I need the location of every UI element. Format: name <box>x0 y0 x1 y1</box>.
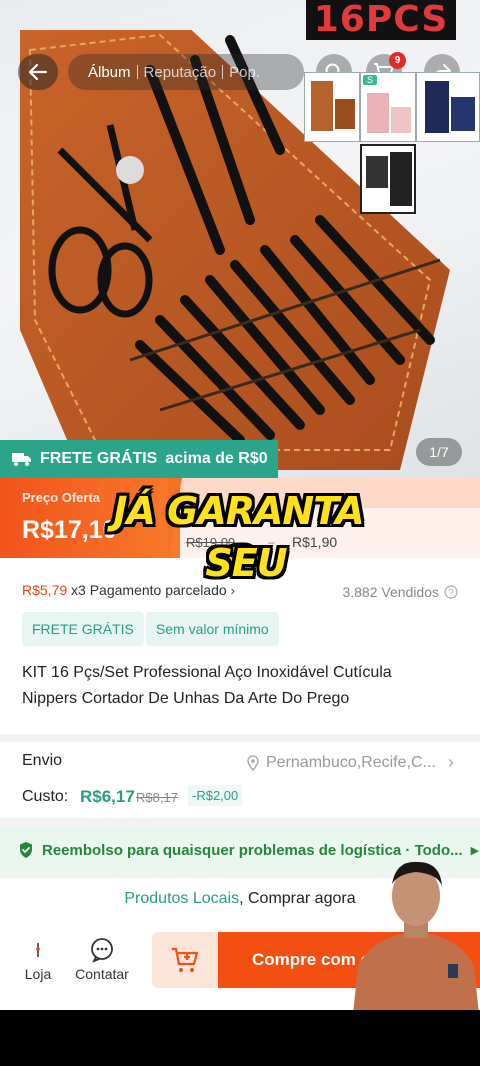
variant-swatch <box>390 152 412 206</box>
selected-variant-label: S <box>363 75 378 85</box>
add-to-cart-button[interactable] <box>152 932 218 988</box>
free-shipping-label: FRETE GRÁTIS <box>40 450 158 467</box>
tab-popular[interactable]: Pop. <box>223 64 266 81</box>
variant-swatch <box>425 81 449 133</box>
arrow-left-icon <box>28 63 48 81</box>
section-divider <box>0 734 480 742</box>
presenter-video-overlay <box>353 861 479 1010</box>
variant-swatch <box>311 81 333 131</box>
store-button[interactable]: Loja <box>8 934 68 982</box>
shipping-cost-label: Custo: <box>22 788 69 805</box>
unit-price: R$1,90 <box>292 534 338 550</box>
variant-thumb-blue[interactable] <box>416 72 480 142</box>
buy-now-text: , Comprar agora <box>239 890 356 907</box>
location-pin-icon <box>247 754 259 771</box>
variant-swatch <box>367 93 389 133</box>
shipping-cost-original: R$8,17 <box>136 790 178 805</box>
variant-swatch <box>391 107 411 133</box>
cart-plus-icon <box>172 947 199 972</box>
shipping-tags: FRETE GRÁTIS Sem valor mínimo <box>22 612 279 646</box>
offer-box-tail <box>168 478 182 558</box>
chat-icon <box>91 938 113 963</box>
shipping-cost: R$6,17 <box>80 787 135 806</box>
product-image[interactable]: 16PCS Álbum Reputação Pop. 9 S 1/7 FRETE… <box>0 0 480 478</box>
free-shipping-threshold: acima de R$0 <box>165 450 268 467</box>
store-icon <box>36 943 40 957</box>
shipping-label: Envio <box>22 752 63 769</box>
letterbox-bottom <box>0 1010 480 1066</box>
product-screen: 16PCS Álbum Reputação Pop. 9 S 1/7 FRETE… <box>0 0 480 1010</box>
back-button[interactable] <box>18 54 58 90</box>
chevron-right-icon: › <box>230 583 235 598</box>
image-counter: 1/7 <box>416 438 462 466</box>
tab-reputation[interactable]: Reputação <box>138 64 223 81</box>
shield-check-icon <box>20 842 32 858</box>
shipping-discount-badge: -R$2,00 <box>188 785 243 806</box>
price-section: Preço Oferta R$17,10 R$19,00 – R$1,90 <box>0 478 480 558</box>
contact-button[interactable]: Contatar <box>72 934 132 982</box>
section-divider <box>0 818 480 828</box>
free-shipping-tag: FRETE GRÁTIS <box>22 612 144 646</box>
svg-text:?: ? <box>448 588 453 598</box>
free-shipping-banner: FRETE GRÁTIS acima de R$0 <box>0 440 278 478</box>
variant-thumb-brown[interactable] <box>304 72 360 142</box>
variant-swatch <box>366 156 388 188</box>
local-products-link: Produtos Locais <box>124 890 240 907</box>
caret-right-icon: ▶ <box>470 844 480 857</box>
tab-album[interactable]: Álbum <box>82 64 137 81</box>
offer-label: Preço Oferta <box>22 490 101 505</box>
price-separator: – <box>268 535 275 549</box>
cart-count-badge: 9 <box>389 52 406 69</box>
variant-thumb-pink[interactable]: S <box>360 72 416 142</box>
sold-count-text: 3.882 Vendidos <box>342 584 439 600</box>
offer-price-box: Preço Oferta R$17,10 <box>0 478 180 558</box>
help-icon[interactable]: ? <box>444 585 458 599</box>
truck-icon <box>12 453 31 466</box>
chevron-right-icon: › <box>447 752 454 772</box>
original-price: R$19,00 <box>186 535 236 550</box>
variant-thumbnails: S <box>304 72 480 216</box>
variant-swatch <box>335 99 355 129</box>
no-minimum-tag: Sem valor mínimo <box>145 612 279 646</box>
sold-count: 3.882 Vendidos ? <box>342 584 458 600</box>
store-label: Loja <box>24 966 52 982</box>
contact-label: Contatar <box>75 966 129 982</box>
installment-text: x3 Pagamento parcelado <box>71 582 227 598</box>
offer-price: R$17,10 <box>22 516 117 544</box>
product-title: KIT 16 Pçs/Set Professional Aço Inoxidáv… <box>22 664 392 707</box>
variant-swatch <box>451 97 475 131</box>
kit-size-banner: 16PCS <box>306 0 456 40</box>
price-strip <box>180 478 480 508</box>
section-tabs: Álbum Reputação Pop. <box>68 54 304 90</box>
installment-amount: R$5,79 <box>22 582 68 598</box>
installment-info[interactable]: R$5,79 x3 Pagamento parcelado › <box>22 582 235 598</box>
location-text: Pernambuco,Recife,C... <box>266 753 436 771</box>
shipping-location[interactable]: Pernambuco,Recife,C... › <box>246 752 454 773</box>
variant-thumb-black[interactable] <box>360 144 416 214</box>
